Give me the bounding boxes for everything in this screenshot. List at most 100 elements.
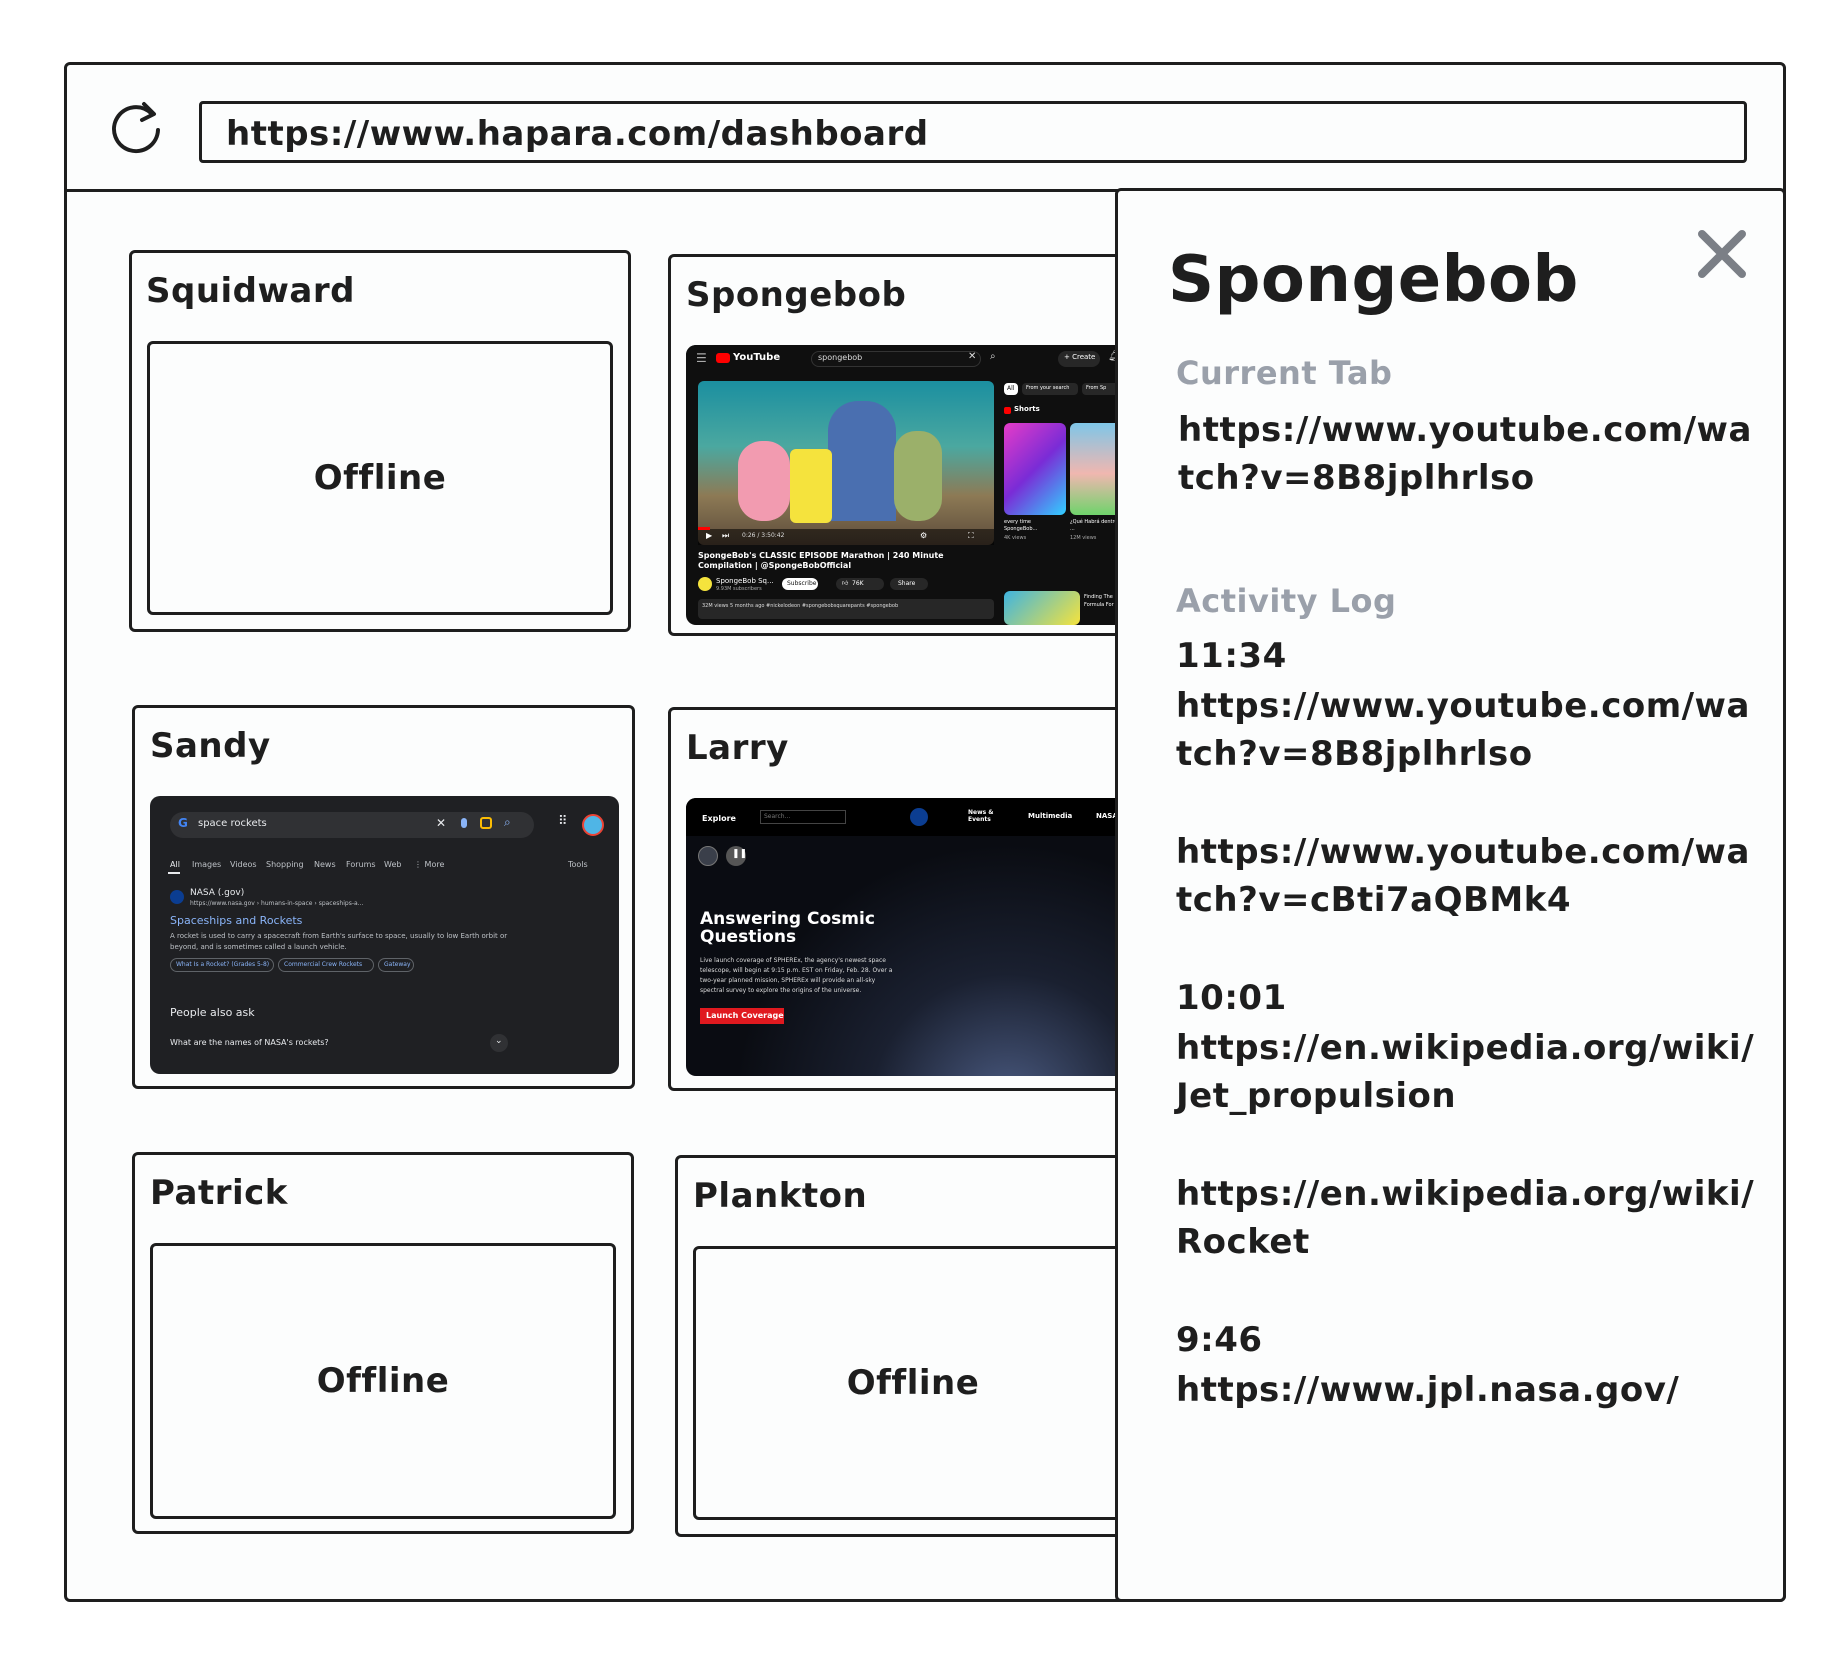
share-label: Share	[898, 580, 916, 587]
close-icon[interactable]	[1694, 226, 1750, 282]
description-box[interactable]	[698, 599, 994, 619]
like-count: 76K	[852, 580, 864, 587]
short-thumbnail-1[interactable]	[1004, 423, 1066, 515]
yt-search-query: spongebob	[818, 353, 863, 362]
lens-icon[interactable]	[480, 817, 492, 829]
short-1-title[interactable]: every time SpongeBob...	[1004, 519, 1064, 533]
student-name: Spongebob	[686, 275, 907, 315]
subscribe-label: Subscribe	[787, 580, 817, 587]
nasa-favicon	[170, 890, 184, 904]
avatar[interactable]	[698, 846, 718, 866]
google-logo-icon: G	[178, 816, 188, 830]
recommended-thumbnail[interactable]	[1004, 591, 1080, 625]
next-icon[interactable]: ⏭︎	[722, 531, 729, 541]
log-time: 10:01	[1176, 978, 1287, 1018]
chip-from-sp-label: From Sp	[1086, 385, 1107, 391]
menu-icon: ☰	[696, 351, 707, 365]
search-icon[interactable]: ⌕	[990, 351, 996, 362]
video-player[interactable]: ▶ ⏭︎ 0:26 / 3:50:42 ⚙︎ ⛶	[698, 381, 994, 545]
video-title[interactable]: SpongeBob's CLASSIC EPISODE Marathon | 2…	[698, 551, 994, 571]
channel-avatar[interactable]	[698, 577, 712, 591]
offline-label: Offline	[846, 1363, 980, 1403]
reload-icon[interactable]	[108, 98, 166, 156]
view-stats: 32M views 5 months ago #nickelodeon #spo…	[702, 603, 899, 609]
screen-thumbnail-google[interactable]: G space rockets ✕ ⌕ ⠿ All Images Videos …	[150, 796, 619, 1074]
nav-news-events[interactable]: News & Events	[968, 809, 1008, 823]
tab-more[interactable]: ⋮ More	[414, 860, 444, 869]
log-entry-url[interactable]: https://en.wikipedia.org/wiki/ Rocket	[1176, 1170, 1754, 1266]
log-entry-url[interactable]: https://www.jpl.nasa.gov/	[1176, 1366, 1736, 1414]
paa-question[interactable]: What are the names of NASA's rockets?	[170, 1038, 329, 1047]
microphone-icon[interactable]	[461, 818, 467, 828]
patrick-figure	[738, 441, 790, 521]
student-card-spongebob[interactable]: Spongebob ☰ YouTube spongebob ✕ ⌕ + Crea…	[668, 254, 1146, 636]
shorts-heading: Shorts	[1014, 405, 1040, 413]
tab-forums[interactable]: Forums	[346, 860, 376, 869]
student-card-larry[interactable]: Larry Explore Search... News & Events Mu…	[668, 707, 1146, 1091]
student-card-patrick[interactable]: Patrick Offline	[132, 1152, 634, 1534]
nasa-logo-icon	[910, 808, 928, 826]
offline-label: Offline	[316, 1361, 450, 1401]
student-card-squidward[interactable]: Squidward Offline	[129, 250, 631, 632]
offline-placeholder: Offline	[150, 1243, 616, 1519]
hero-headline: Answering Cosmic Questions	[700, 909, 875, 947]
hero-description: Live launch coverage of SPHEREx, the age…	[700, 957, 893, 994]
clear-icon[interactable]: ✕	[968, 351, 976, 362]
clear-icon[interactable]: ✕	[436, 816, 446, 830]
avatar[interactable]	[582, 814, 604, 836]
fullscreen-icon[interactable]: ⛶	[968, 531, 974, 541]
student-name: Squidward	[146, 271, 355, 311]
apps-grid-icon[interactable]: ⠿	[558, 814, 568, 829]
channel-name[interactable]: SpongeBob Sq...	[716, 577, 774, 585]
shorts-icon	[1004, 407, 1011, 414]
current-tab-label: Current Tab	[1176, 354, 1393, 392]
tab-videos[interactable]: Videos	[230, 860, 257, 869]
sitelink-label: What Is a Rocket? (Grades 5-8)	[176, 961, 270, 968]
panel-title: Spongebob	[1168, 243, 1579, 317]
student-name: Patrick	[150, 1173, 288, 1213]
activity-log-label: Activity Log	[1176, 582, 1397, 620]
settings-icon[interactable]: ⚙︎	[920, 531, 927, 540]
explore-menu[interactable]: Explore	[702, 814, 736, 823]
thumbs-up-icon: 👍︎	[842, 580, 849, 587]
tab-all[interactable]: All	[170, 860, 180, 869]
result-snippet: A rocket is used to carry a spacecraft f…	[170, 932, 508, 940]
tab-active-indicator	[168, 872, 180, 874]
tools-button[interactable]: Tools	[568, 860, 588, 869]
result-title-link[interactable]: Spaceships and Rockets	[170, 914, 302, 927]
play-icon[interactable]: ▶	[706, 531, 712, 540]
nav-multimedia[interactable]: Multimedia	[1028, 812, 1072, 820]
tab-images[interactable]: Images	[192, 860, 221, 869]
address-bar[interactable]: https://www.hapara.com/dashboard	[199, 101, 1747, 163]
youtube-logo-text: YouTube	[733, 352, 781, 363]
youtube-logo-icon	[716, 353, 730, 363]
progress-bar[interactable]	[698, 527, 710, 530]
chip-all-label: All	[1007, 385, 1015, 392]
subscriber-count: 9.93M subscribers	[716, 586, 762, 592]
current-tab-url[interactable]: https://www.youtube.com/wa tch?v=8B8jplh…	[1178, 406, 1751, 502]
search-query: space rockets	[198, 818, 267, 829]
log-entry-url[interactable]: https://en.wikipedia.org/wiki/ Jet_propu…	[1176, 1024, 1754, 1120]
student-card-sandy[interactable]: Sandy G space rockets ✕ ⌕ ⠿ All Images V…	[132, 705, 635, 1089]
tab-web[interactable]: Web	[384, 860, 401, 869]
spongebob-figure	[790, 449, 832, 523]
log-entry-url[interactable]: https://www.youtube.com/wa tch?v=cBti7aQ…	[1176, 828, 1749, 924]
sitelink-label: Commercial Crew Rockets	[284, 961, 363, 968]
student-name: Plankton	[693, 1176, 868, 1216]
screen-thumbnail-youtube[interactable]: ☰ YouTube spongebob ✕ ⌕ + Create 🔔︎ ▶ ⏭︎…	[686, 345, 1146, 625]
offline-placeholder: Offline	[693, 1246, 1153, 1520]
video-time: 0:26 / 3:50:42	[742, 532, 785, 539]
short-1-views: 4K views	[1004, 535, 1027, 541]
log-time: 11:34	[1176, 636, 1287, 676]
log-entry-url[interactable]: https://www.youtube.com/wa tch?v=8B8jplh…	[1176, 682, 1749, 778]
chevron-down-icon: ⌄	[495, 1036, 503, 1046]
student-card-plankton[interactable]: Plankton Offline	[675, 1155, 1153, 1537]
result-url[interactable]: https://www.nasa.gov › humans-in-space ›…	[190, 900, 363, 907]
people-also-ask-heading: People also ask	[170, 1006, 255, 1019]
url-text: https://www.hapara.com/dashboard	[226, 114, 929, 154]
screen-thumbnail-nasa[interactable]: Explore Search... News & Events Multimed…	[686, 798, 1146, 1076]
offline-placeholder: Offline	[147, 341, 613, 615]
tab-news[interactable]: News	[314, 860, 336, 869]
tab-shopping[interactable]: Shopping	[266, 860, 304, 869]
search-icon[interactable]: ⌕	[504, 815, 511, 830]
